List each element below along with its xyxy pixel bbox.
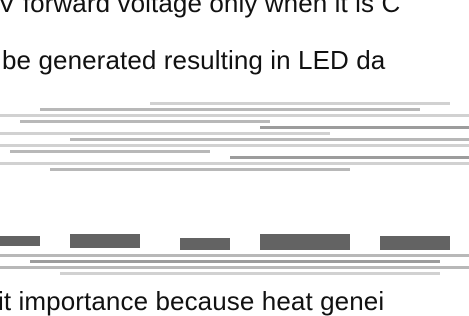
scan-noise-band-lower <box>0 228 469 286</box>
text-line-1: V forward voltage only when it is C <box>0 0 401 18</box>
text-line-2: be generated resulting in LED da <box>2 45 386 75</box>
text-line-3: it importance because heat genei <box>0 286 385 316</box>
scan-noise-band <box>0 98 469 178</box>
